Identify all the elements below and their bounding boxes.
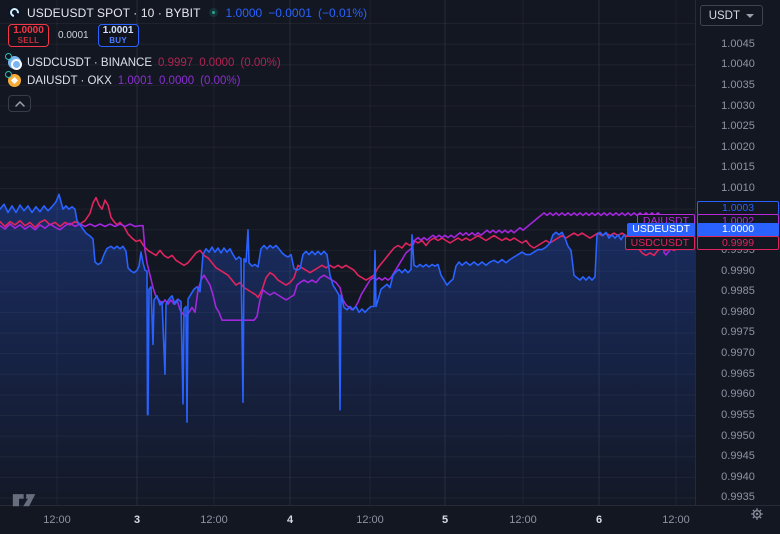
time-axis-settings-gear-icon[interactable]	[750, 507, 764, 526]
price-axis-label: 0.9980	[696, 306, 780, 319]
buy-button[interactable]: 1.0001 BUY	[98, 24, 139, 47]
symbol-title: USDEUSDT SPOT · 10 · BYBIT	[27, 6, 201, 20]
price-axis-label: 0.9965	[696, 368, 780, 381]
time-axis[interactable]: 12:00 3 12:00 4 12:00 5 12:00 6 12:00	[0, 505, 780, 534]
chart-legend: USDEUSDT SPOT · 10 · BYBIT 1.0000 −0.000…	[8, 4, 367, 112]
price-axis[interactable]: 1.00501.00451.00401.00351.00301.00251.00…	[695, 0, 780, 505]
price-axis-label: 0.9960	[696, 388, 780, 401]
time-axis-label: 12:00	[651, 514, 701, 526]
price-axis-label: 0.9990	[696, 265, 780, 278]
tradingview-logo[interactable]	[12, 491, 42, 514]
currency-unit-button[interactable]: USDT	[700, 5, 763, 26]
buy-price: 1.0001	[103, 26, 134, 36]
price-tag-series-name: USDEUSDT	[627, 223, 695, 237]
time-axis-label: 12:00	[345, 514, 395, 526]
usdc-coin-icon	[8, 56, 21, 69]
time-axis-label: 4	[265, 514, 315, 526]
compare-name: USDCUSDT · BINANCE	[27, 57, 152, 69]
price-axis-label: 0.9935	[696, 491, 780, 504]
compare-change: 0.0000	[159, 75, 194, 87]
price-axis-label: 1.0035	[696, 79, 780, 92]
compare-value: 1.0001	[118, 75, 153, 87]
usde-coin-icon	[8, 6, 21, 19]
time-axis-label: 3	[112, 514, 162, 526]
buy-sell-row: 1.0000 SELL 0.0001 1.0001 BUY	[8, 24, 367, 47]
sell-label: SELL	[18, 37, 40, 45]
chevron-up-icon	[15, 101, 25, 107]
main-series-values: 1.0000 −0.0001 (−0.01%)	[226, 6, 367, 20]
price-axis-label: 1.0040	[696, 58, 780, 71]
sell-button[interactable]: 1.0000 SELL	[8, 24, 49, 47]
price-tag-series-name: USDCUSDT	[625, 236, 695, 250]
compare-change: 0.0000	[199, 57, 234, 69]
compare-name: DAIUSDT · OKX	[27, 75, 112, 87]
price-axis-label: 0.9945	[696, 450, 780, 463]
currency-unit-label: USDT	[709, 10, 740, 22]
legend-collapse-button[interactable]	[8, 95, 31, 112]
price-axis-label: 1.0045	[696, 38, 780, 51]
spread-value: 0.0001	[49, 30, 98, 41]
price-change: −0.0001	[268, 6, 312, 20]
compare-series-usdcusdt[interactable]: USDCUSDT · BINANCE 0.9997 0.0000 (0.00%)	[8, 54, 367, 71]
price-axis-label: 0.9985	[696, 285, 780, 298]
price-axis-label: 1.0015	[696, 161, 780, 174]
price-axis-label: 0.9940	[696, 471, 780, 484]
price-tag-value: 0.9999	[697, 236, 779, 250]
price-change-pct: (−0.01%)	[318, 6, 367, 20]
time-axis-label: 12:00	[498, 514, 548, 526]
time-axis-label: 6	[574, 514, 624, 526]
compare-series-daiusdt[interactable]: DAIUSDT · OKX 1.0001 0.0000 (0.00%)	[8, 72, 367, 89]
compare-values: 0.9997 0.0000 (0.00%)	[158, 57, 281, 69]
compare-change-pct: (0.00%)	[240, 57, 280, 69]
usdcusdt-price-tag[interactable]: USDCUSDT0.9999	[625, 236, 779, 250]
price-axis-label: 1.0010	[696, 182, 780, 195]
market-status-dot[interactable]	[209, 8, 218, 17]
price-axis-label: 0.9970	[696, 347, 780, 360]
dai-coin-icon	[8, 74, 21, 87]
time-axis-label: 12:00	[189, 514, 239, 526]
compare-change-pct: (0.00%)	[200, 75, 240, 87]
price-axis-label: 0.9950	[696, 430, 780, 443]
usdeusdt-area-fill	[0, 194, 695, 505]
price-axis-label: 0.9955	[696, 409, 780, 422]
last-price: 1.0000	[226, 6, 263, 20]
price-tag-value: 1.0000	[697, 223, 779, 237]
price-axis-label: 1.0025	[696, 120, 780, 133]
buy-label: BUY	[109, 37, 127, 45]
chevron-down-icon	[746, 14, 754, 18]
price-axis-label: 1.0030	[696, 100, 780, 113]
price-axis-label: 0.9975	[696, 326, 780, 339]
main-series-legend[interactable]: USDEUSDT SPOT · 10 · BYBIT 1.0000 −0.000…	[8, 4, 367, 21]
tradingview-chart-window: USDEUSDT SPOT · 10 · BYBIT 1.0000 −0.000…	[0, 0, 780, 534]
price-axis-label: 1.0020	[696, 141, 780, 154]
time-axis-label: 5	[420, 514, 470, 526]
compare-value: 0.9997	[158, 57, 193, 69]
compare-values: 1.0001 0.0000 (0.00%)	[118, 75, 241, 87]
time-axis-label: 12:00	[32, 514, 82, 526]
sell-price: 1.0000	[13, 26, 44, 36]
usdeusdt-price-tag[interactable]: USDEUSDT1.0000	[627, 223, 779, 237]
